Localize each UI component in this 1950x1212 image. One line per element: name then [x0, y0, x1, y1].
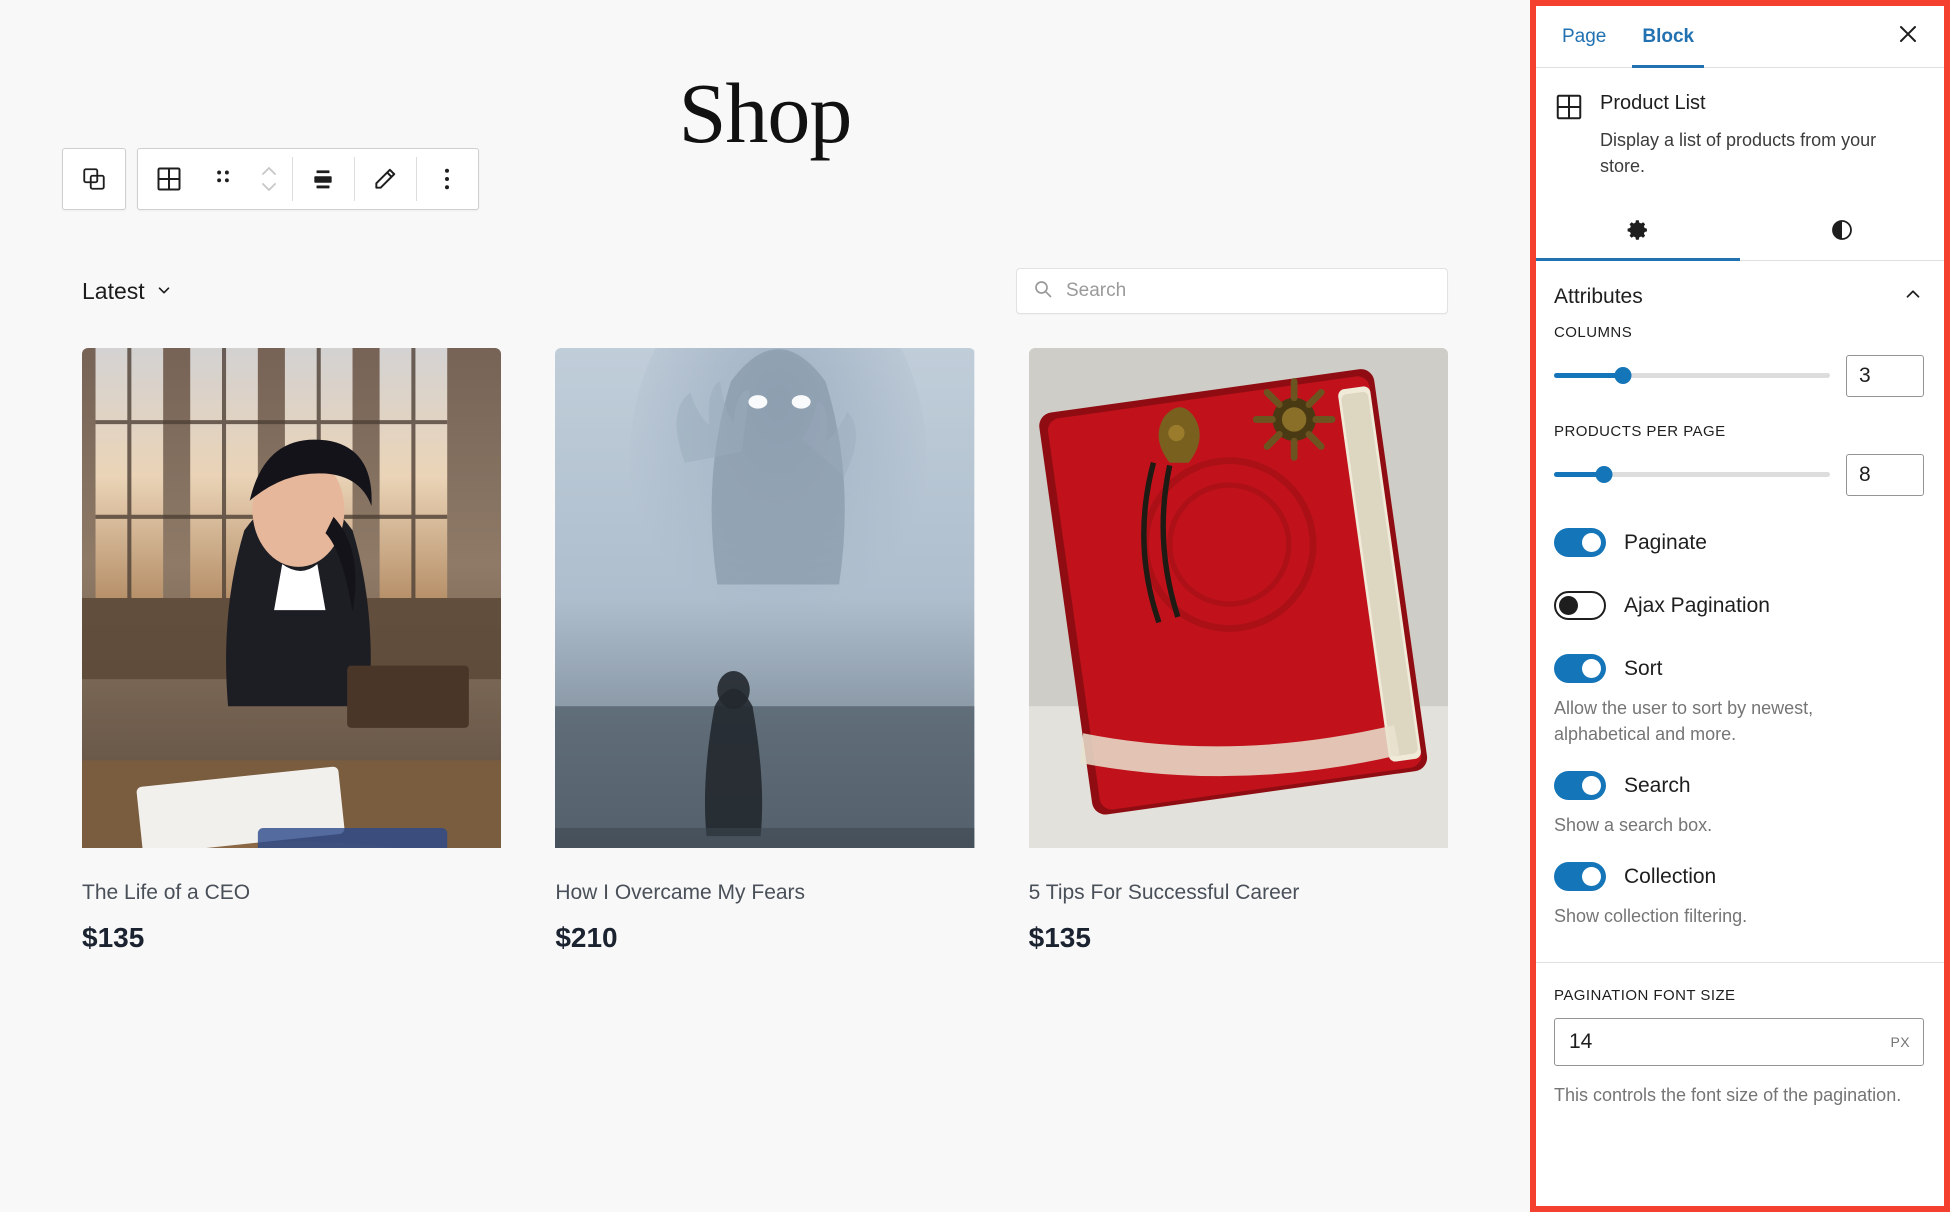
product-title: How I Overcame My Fears — [555, 881, 806, 904]
sort-toggle-row[interactable]: Sort — [1536, 640, 1944, 687]
product-price: $210 — [555, 922, 618, 954]
sort-label: Sort — [1624, 656, 1663, 680]
chevron-down-icon — [155, 278, 173, 305]
block-toolbar — [62, 148, 479, 210]
attributes-panel-title: Attributes — [1554, 284, 1643, 308]
grid-icon — [155, 165, 183, 193]
pagination-font-size-label: PAGINATION FONT SIZE — [1554, 986, 1736, 1004]
sidebar-tabs: Page Block — [1536, 6, 1944, 68]
product-card[interactable]: 5 Tips For Successful Career $135 — [1028, 348, 1448, 954]
toolbar-group-parent — [62, 148, 126, 210]
search-label: Search — [1624, 773, 1691, 797]
search-input[interactable] — [1066, 280, 1431, 302]
chevron-up-icon — [1902, 283, 1924, 310]
product-card[interactable]: How I Overcame My Fears $210 — [555, 348, 975, 954]
ajax-pagination-toggle-row[interactable]: Ajax Pagination — [1536, 577, 1944, 624]
drag-handle-button[interactable] — [200, 149, 246, 209]
block-settings-sidebar-highlight: Page Block Product List Display a list o… — [1530, 0, 1950, 1212]
products-per-page-field: PRODUCTS PER PAGE — [1536, 423, 1944, 497]
columns-number-input[interactable] — [1846, 355, 1924, 398]
pagination-font-size-help: This controls the font size of the pagin… — [1554, 1084, 1902, 1105]
products-per-page-label: PRODUCTS PER PAGE — [1554, 423, 1726, 441]
tab-styles[interactable] — [1740, 205, 1944, 260]
editor-canvas: Shop Latest Search The Life of a CEO $13… — [0, 0, 1530, 1212]
contrast-half-circle-icon — [1830, 218, 1854, 247]
drag-dots-icon — [215, 166, 231, 192]
block-description: Display a list of products from your sto… — [1600, 130, 1877, 177]
collection-toggle-row[interactable]: Collection — [1536, 848, 1944, 895]
ajax-pagination-label: Ajax Pagination — [1624, 593, 1770, 617]
ajax-pagination-toggle[interactable] — [1554, 591, 1606, 621]
search-toggle[interactable] — [1554, 771, 1606, 801]
gear-icon — [1625, 217, 1651, 248]
product-price: $135 — [82, 922, 145, 954]
move-updown-buttons[interactable] — [246, 149, 292, 209]
product-list-controls: Latest — [82, 268, 1448, 314]
paginate-toggle[interactable] — [1554, 528, 1606, 558]
sidebar-icon-tabs — [1536, 205, 1944, 262]
search-toggle-row[interactable]: Search — [1536, 757, 1944, 804]
ellipsis-vertical-icon — [442, 166, 452, 192]
pencil-icon — [372, 166, 398, 192]
block-type-button[interactable] — [138, 149, 200, 209]
paginate-label: Paginate — [1624, 530, 1707, 554]
sort-help-text: Allow the user to sort by newest, alphab… — [1554, 698, 1814, 745]
columns-field: COLUMNS — [1536, 324, 1944, 398]
columns-slider[interactable] — [1554, 366, 1830, 386]
tab-settings[interactable] — [1536, 205, 1740, 262]
sort-dropdown-value: Latest — [82, 277, 145, 304]
collection-label: Collection — [1624, 864, 1717, 888]
collection-help-text: Show collection filtering. — [1554, 906, 1748, 927]
product-price: $135 — [1028, 922, 1091, 954]
sort-toggle[interactable] — [1554, 654, 1606, 684]
block-title: Product List — [1600, 92, 1706, 114]
product-list-block-icon — [1554, 90, 1586, 179]
panel-divider — [1536, 961, 1944, 963]
block-info: Product List Display a list of products … — [1536, 68, 1944, 179]
edit-button[interactable] — [354, 149, 416, 209]
duplicate-block-button[interactable] — [63, 149, 125, 209]
block-settings-sidebar: Page Block Product List Display a list o… — [1536, 6, 1944, 1206]
search-help-text: Show a search box. — [1554, 815, 1713, 836]
page-title: Shop — [678, 65, 853, 161]
toolbar-group-block — [137, 148, 479, 210]
attributes-panel-header[interactable]: Attributes — [1536, 261, 1944, 324]
pagination-font-size-field: PAGINATION FONT SIZE PX — [1536, 987, 1944, 1066]
chevron-up-down-icon — [258, 159, 280, 199]
products-per-page-slider-knob[interactable] — [1595, 466, 1613, 484]
product-card[interactable]: The Life of a CEO $135 — [82, 348, 502, 954]
columns-slider-knob[interactable] — [1614, 367, 1632, 385]
columns-slider-fill — [1554, 373, 1623, 379]
align-icon — [310, 166, 336, 192]
product-title: 5 Tips For Successful Career — [1028, 881, 1300, 904]
tab-block-label: Block — [1642, 25, 1695, 47]
close-sidebar-button[interactable] — [1880, 6, 1936, 67]
product-grid: The Life of a CEO $135 How I Overcame My… — [82, 348, 1448, 954]
align-button[interactable] — [292, 149, 354, 209]
products-per-page-slider[interactable] — [1554, 465, 1830, 485]
tab-page[interactable]: Page — [1544, 6, 1624, 67]
close-icon — [1896, 22, 1920, 51]
product-title: The Life of a CEO — [82, 881, 251, 904]
product-image-fog — [555, 348, 975, 848]
product-search-box[interactable] — [1016, 268, 1448, 314]
tab-block[interactable]: Block — [1624, 6, 1712, 68]
copy-icon — [81, 166, 107, 192]
product-image-journal — [1028, 348, 1448, 848]
pagination-font-size-input[interactable] — [1554, 1017, 1924, 1066]
product-image-ceo — [82, 348, 502, 848]
more-options-button[interactable] — [416, 149, 478, 209]
columns-label: COLUMNS — [1554, 324, 1633, 342]
tab-page-label: Page — [1562, 25, 1607, 47]
sort-dropdown[interactable]: Latest — [82, 278, 173, 305]
settings-body: Attributes COLUMNS 3 PRODUCTS PER PAGE 8… — [1536, 261, 1944, 1206]
collection-toggle[interactable] — [1554, 862, 1606, 892]
search-icon — [1033, 279, 1053, 304]
paginate-toggle-row[interactable]: Paginate — [1536, 514, 1944, 561]
products-per-page-number-input[interactable] — [1846, 454, 1924, 497]
